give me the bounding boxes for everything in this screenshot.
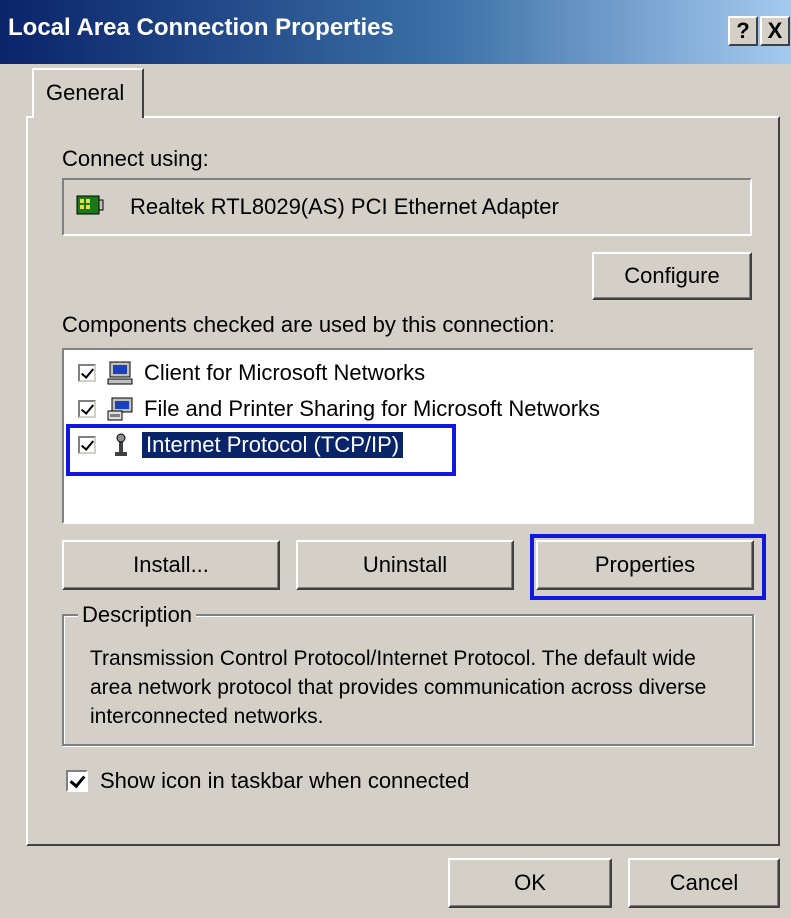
components-label: Components checked are used by this conn…	[62, 312, 555, 337]
install-button[interactable]: Install...	[62, 540, 280, 590]
cancel-button-label: Cancel	[669, 870, 739, 895]
help-button[interactable]: ?	[728, 16, 758, 46]
configure-button[interactable]: Configure	[592, 252, 752, 300]
connect-using-label: Connect using:	[62, 146, 209, 171]
tab-general-label: General	[46, 80, 125, 105]
adapter-display: Realtek RTL8029(AS) PCI Ethernet Adapter	[62, 178, 752, 236]
tcpip-label: Internet Protocol (TCP/IP)	[142, 432, 404, 458]
file-sharing-checkbox[interactable]	[78, 400, 96, 418]
install-button-label: Install...	[133, 552, 209, 577]
properties-dialog: Local Area Connection Properties ? X Gen…	[0, 0, 791, 918]
description-text: Transmission Control Protocol/Internet P…	[90, 647, 707, 728]
properties-button-label: Properties	[594, 552, 696, 577]
file-sharing-label: File and Printer Sharing for Microsoft N…	[144, 396, 601, 421]
uninstall-button-label: Uninstall	[362, 552, 448, 577]
description-group: Description Transmission Control Protoco…	[62, 602, 754, 746]
uninstall-button[interactable]: Uninstall	[296, 540, 514, 590]
window-title: Local Area Connection Properties	[8, 14, 394, 41]
cancel-button[interactable]: Cancel	[628, 858, 780, 908]
network-client-icon	[107, 361, 133, 385]
network-adapter-icon	[76, 195, 104, 215]
title-bar[interactable]: Local Area Connection Properties ? X	[0, 0, 791, 64]
ok-button[interactable]: OK	[448, 858, 612, 908]
tab-general[interactable]: General	[32, 68, 144, 118]
show-icon-label: Show icon in taskbar when connected	[100, 768, 470, 793]
show-icon-checkbox[interactable]	[66, 770, 88, 792]
client-label: Client for Microsoft Networks	[144, 360, 426, 385]
description-legend: Description	[78, 602, 197, 628]
file-printer-sharing-icon	[107, 397, 133, 421]
configure-button-label: Configure	[624, 263, 720, 288]
properties-button[interactable]: Properties	[536, 540, 754, 590]
adapter-name: Realtek RTL8029(AS) PCI Ethernet Adapter	[130, 194, 559, 219]
ok-button-label: OK	[514, 870, 546, 895]
tcpip-checkbox[interactable]	[78, 436, 96, 454]
list-item[interactable]: Client for Microsoft Networks	[72, 356, 732, 386]
list-item[interactable]: Internet Protocol (TCP/IP)	[72, 428, 732, 458]
protocol-icon	[115, 433, 127, 456]
close-button[interactable]: X	[760, 16, 790, 46]
list-item[interactable]: File and Printer Sharing for Microsoft N…	[72, 392, 732, 422]
components-list[interactable]: Client for Microsoft Networks File and P…	[62, 348, 754, 524]
client-checkbox[interactable]	[78, 364, 96, 382]
